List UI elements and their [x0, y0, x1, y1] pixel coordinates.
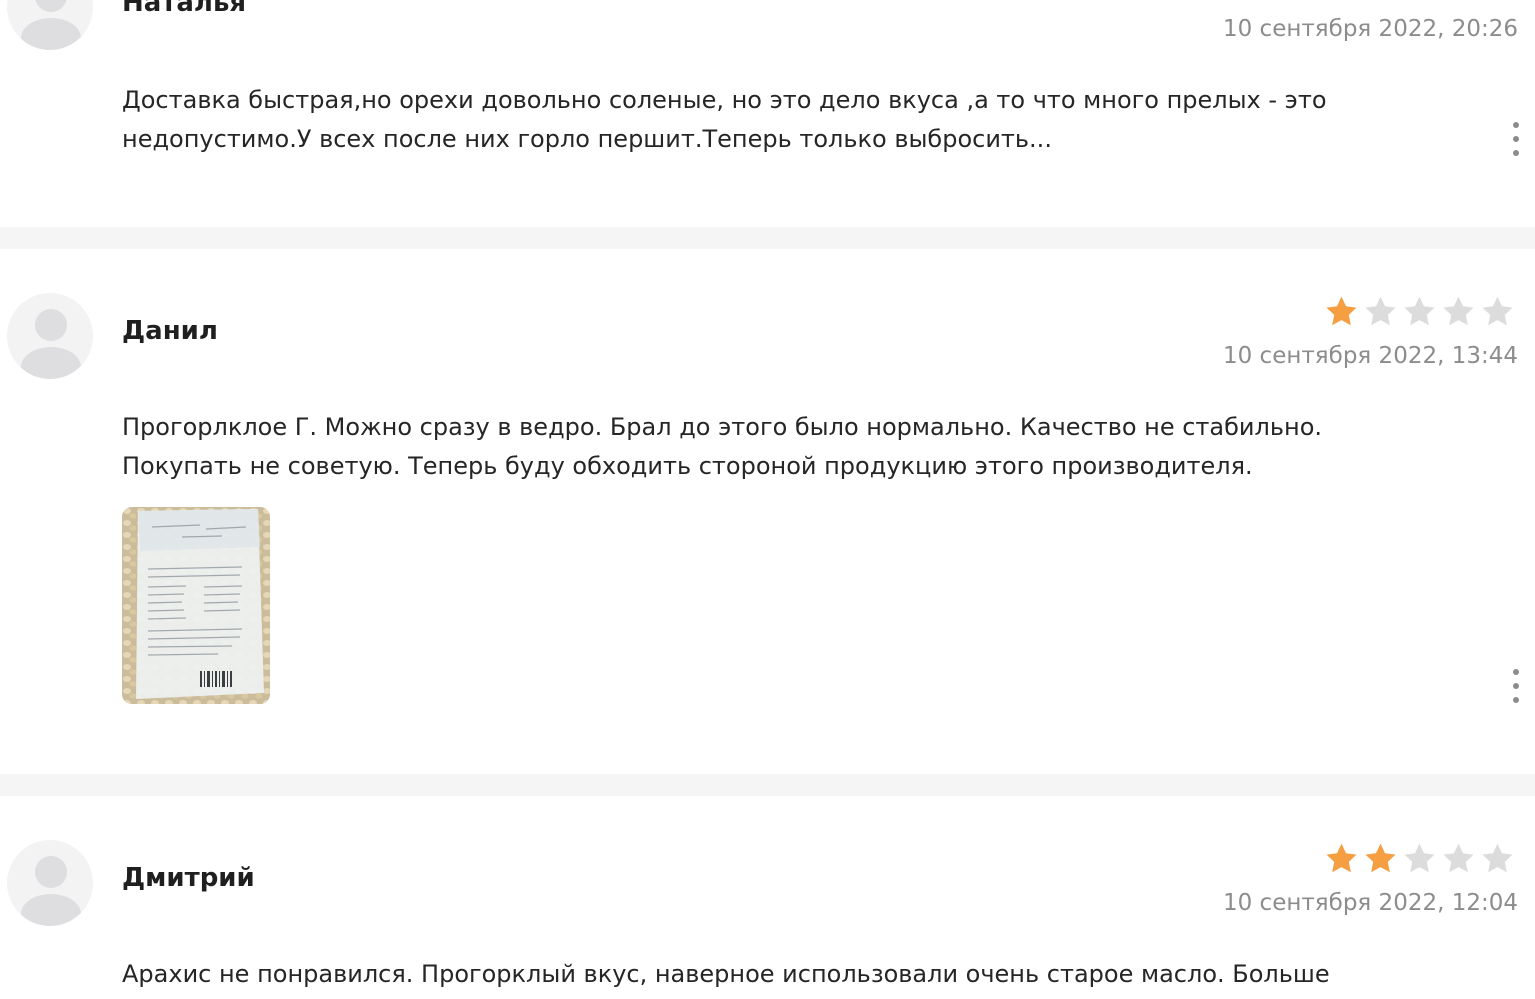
review-date: 10 сентября 2022, 13:44 [1222, 343, 1518, 369]
star-icon [1482, 843, 1513, 873]
rating-stars [1324, 841, 1515, 876]
review-card: Данил 10 сентября 2022, 13:44 Прогорлкло… [0, 249, 1535, 774]
review-photo-thumbnail[interactable] [122, 507, 270, 704]
review-card: Наталья 10 сентября 2022, 20:26 Доставка… [0, 0, 1535, 227]
review-text-line: Покупать не советую. Теперь буду обходит… [122, 452, 1253, 480]
star-icon [1443, 843, 1474, 873]
more-options-icon[interactable] [1511, 669, 1521, 703]
review-text: Доставка быстрая,но орехи довольно солен… [122, 81, 1412, 159]
review-author: Дмитрий [122, 863, 255, 893]
review-separator [0, 227, 1535, 249]
star-icon [1365, 843, 1396, 873]
star-icon [1326, 296, 1357, 326]
star-icon [1326, 843, 1357, 873]
star-icon [1482, 296, 1513, 326]
avatar [7, 293, 93, 379]
star-icon [1404, 296, 1435, 326]
review-date: 10 сентября 2022, 20:26 [1222, 16, 1518, 42]
rating-stars [1324, 294, 1515, 329]
star-icon [1365, 296, 1396, 326]
review-text: Прогорлклое Г. Можно сразу в ведро. Брал… [122, 408, 1412, 486]
review-text-line: Арахис не понравился. Прогорклый вкус, н… [122, 960, 1330, 988]
review-date: 10 сентября 2022, 12:04 [1222, 890, 1518, 916]
review-author: Данил [122, 316, 218, 346]
avatar [7, 840, 93, 926]
review-separator [0, 774, 1535, 796]
review-text-line: Прогорлклое Г. Можно сразу в ведро. Брал… [122, 413, 1322, 441]
peanut-package-image [122, 507, 270, 704]
review-text-line: недопустимо.У всех после них горло перши… [122, 125, 1052, 153]
review-text: Арахис не понравился. Прогорклый вкус, н… [122, 955, 1412, 994]
review-text-line: Доставка быстрая,но орехи довольно солен… [122, 86, 1327, 114]
star-icon [1443, 296, 1474, 326]
review-card: Дмитрий 10 сентября 2022, 12:04 Арахис н… [0, 796, 1535, 999]
more-options-icon[interactable] [1511, 122, 1521, 156]
avatar [7, 0, 93, 50]
star-icon [1404, 843, 1435, 873]
review-author: Наталья [122, 0, 247, 18]
